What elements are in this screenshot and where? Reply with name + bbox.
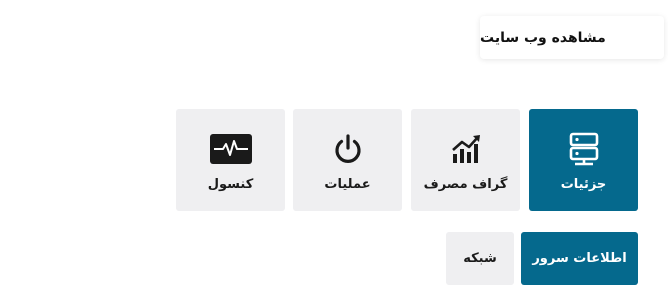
tile-details-label: جزئیات (560, 177, 607, 192)
console-icon (176, 129, 285, 169)
tab-network-label: شبکه (463, 251, 497, 266)
tile-usage-graph[interactable]: گراف مصرف (411, 109, 520, 211)
power-icon (293, 129, 402, 169)
tile-console-label: کنسول (207, 177, 254, 192)
tile-operations-label: عملیات (324, 177, 371, 192)
tile-usage-graph-label: گراف مصرف (423, 177, 508, 192)
tile-details[interactable]: جزئیات (529, 109, 638, 211)
usage-chart-icon (411, 129, 520, 169)
server-icon (529, 129, 638, 169)
view-website-label: مشاهده وب سایت (480, 29, 606, 46)
tile-operations[interactable]: عملیات (293, 109, 402, 211)
tab-server-info[interactable]: اطلاعات سرور (521, 232, 638, 285)
view-website-button[interactable]: مشاهده وب سایت (480, 16, 664, 59)
tab-network[interactable]: شبکه (446, 232, 514, 285)
tab-server-info-label: اطلاعات سرور (532, 251, 627, 266)
tile-console[interactable]: کنسول (176, 109, 285, 211)
